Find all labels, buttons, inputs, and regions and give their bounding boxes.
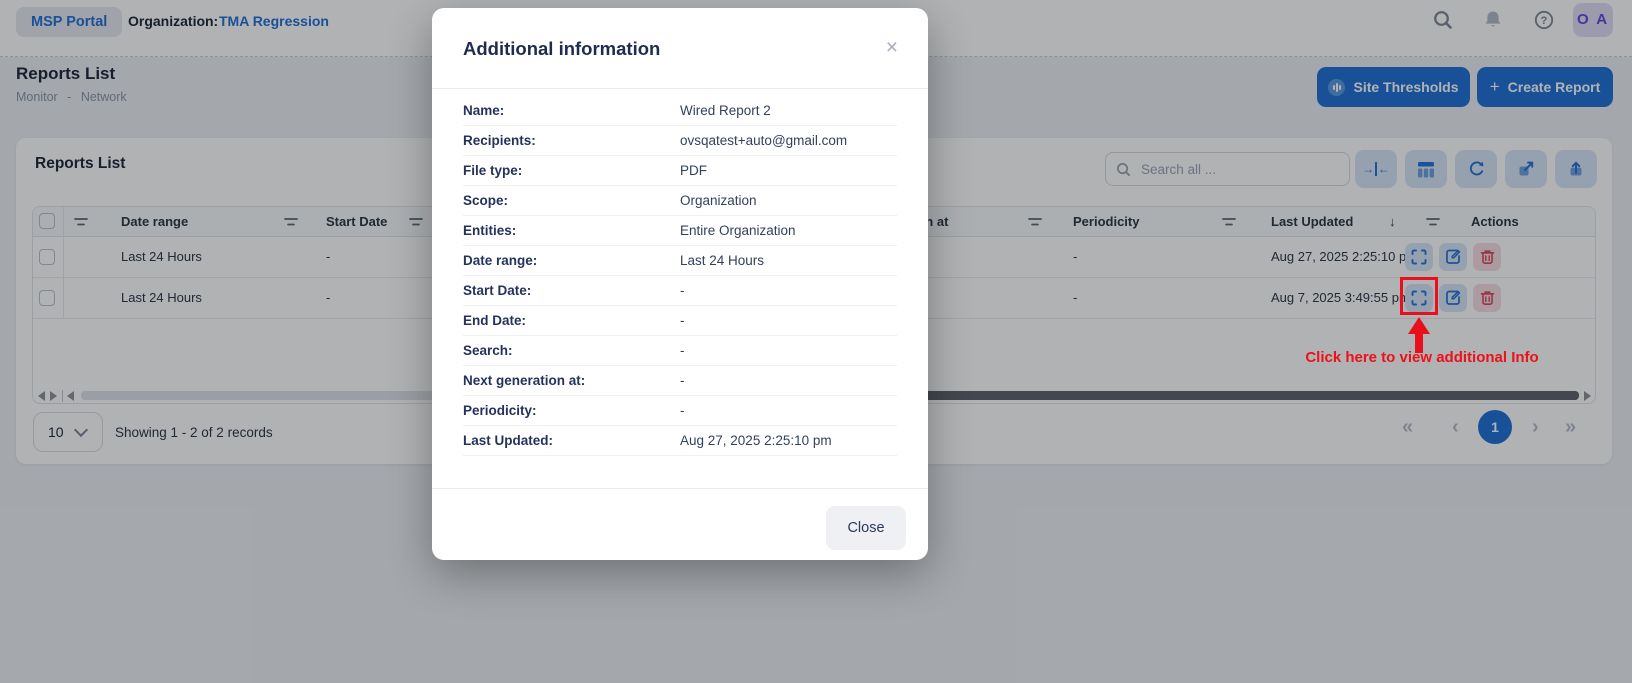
- field-row-start-date: Start Date: -: [463, 276, 897, 306]
- divider: [432, 88, 928, 89]
- field-value: -: [680, 283, 685, 298]
- field-value: -: [680, 403, 685, 418]
- field-value: -: [680, 343, 685, 358]
- field-value: Last 24 Hours: [680, 253, 764, 268]
- field-value: PDF: [680, 163, 707, 178]
- close-icon[interactable]: ×: [886, 36, 898, 60]
- field-label: Recipients:: [463, 133, 536, 148]
- close-button[interactable]: Close: [826, 506, 906, 550]
- field-row-name: Name: Wired Report 2: [463, 96, 897, 126]
- field-row-end-date: End Date: -: [463, 306, 897, 336]
- field-label: Next generation at:: [463, 373, 585, 388]
- field-value: Wired Report 2: [680, 103, 771, 118]
- field-label: Entities:: [463, 223, 516, 238]
- field-label: Date range:: [463, 253, 537, 268]
- annotation-arrow-icon: [1408, 317, 1430, 334]
- additional-information-modal: Additional information × Name: Wired Repo…: [432, 8, 928, 560]
- field-row-date-range: Date range: Last 24 Hours: [463, 246, 897, 276]
- field-value: -: [680, 313, 685, 328]
- field-label: End Date:: [463, 313, 526, 328]
- annotation-highlight-box: [1400, 277, 1438, 315]
- field-label: Last Updated:: [463, 433, 553, 448]
- field-row-scope: Scope: Organization: [463, 186, 897, 216]
- field-label: Search:: [463, 343, 513, 358]
- field-label: Start Date:: [463, 283, 531, 298]
- field-row-entities: Entities: Entire Organization: [463, 216, 897, 246]
- field-value: ovsqatest+auto@gmail.com: [680, 133, 847, 148]
- field-value: Aug 27, 2025 2:25:10 pm: [680, 433, 832, 448]
- field-row-next-generation-at: Next generation at: -: [463, 366, 897, 396]
- field-value: Entire Organization: [680, 223, 796, 238]
- field-row-last-updated: Last Updated: Aug 27, 2025 2:25:10 pm: [463, 426, 897, 456]
- field-row-recipients: Recipients: ovsqatest+auto@gmail.com: [463, 126, 897, 156]
- field-label: File type:: [463, 163, 522, 178]
- field-value: -: [680, 373, 685, 388]
- field-row-periodicity: Periodicity: -: [463, 396, 897, 426]
- field-label: Name:: [463, 103, 504, 118]
- field-label: Scope:: [463, 193, 508, 208]
- field-value: Organization: [680, 193, 757, 208]
- modal-title: Additional information: [463, 38, 660, 60]
- field-row-search: Search: -: [463, 336, 897, 366]
- field-row-file-type: File type: PDF: [463, 156, 897, 186]
- annotation-text: Click here to view additional Info: [1272, 349, 1572, 366]
- divider: [432, 488, 928, 489]
- field-label: Periodicity:: [463, 403, 537, 418]
